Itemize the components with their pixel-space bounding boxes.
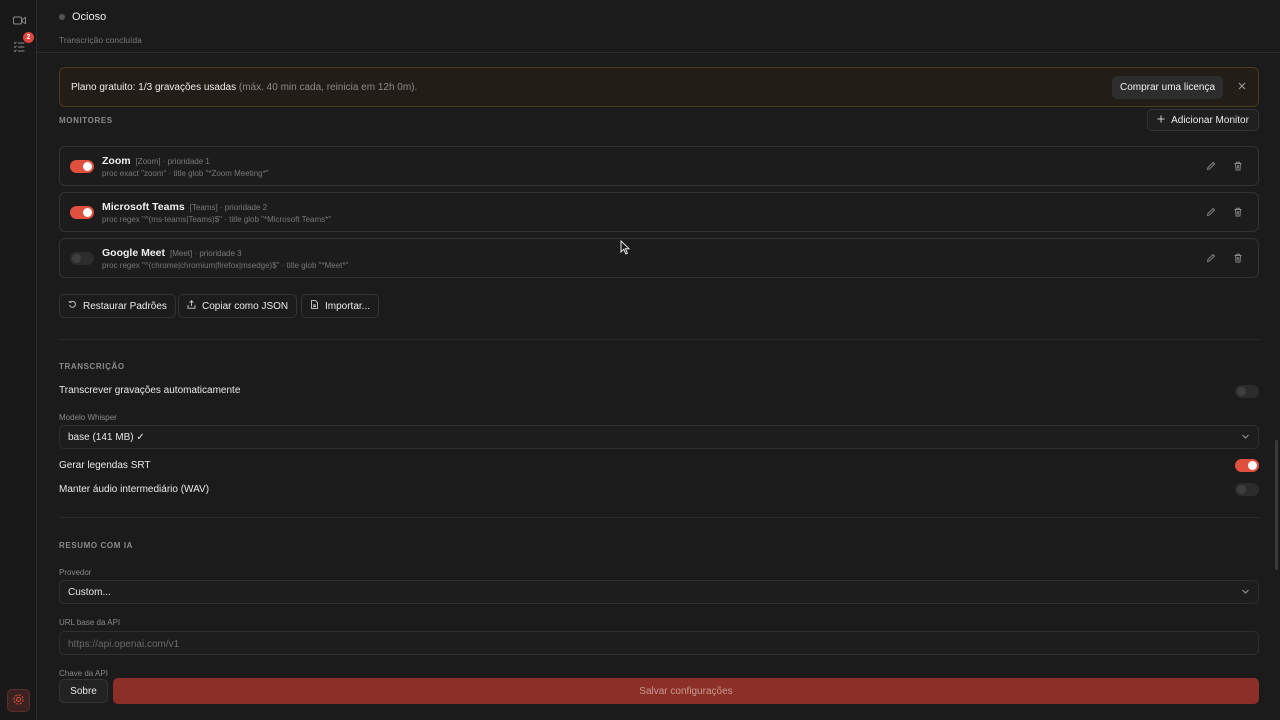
monitor-toggle[interactable] — [70, 160, 94, 173]
recording-status: Ocioso Transcrição concluída — [37, 0, 1280, 53]
monitor-toggle[interactable] — [70, 252, 94, 265]
keep-wav-toggle[interactable] — [1235, 483, 1259, 496]
ai-summary-section-label: RESUMO COM IA — [59, 541, 134, 550]
restore-defaults-label: Restaurar Padrões — [83, 300, 167, 312]
trash-icon — [1233, 161, 1243, 174]
status-title: Ocioso — [72, 11, 107, 23]
whisper-model-select[interactable]: base (141 MB) ✓ — [59, 425, 1259, 449]
delete-monitor-button[interactable] — [1231, 206, 1245, 220]
mouse-cursor-icon — [620, 239, 631, 258]
api-url-label: URL base da API — [59, 618, 121, 627]
toggle-knob — [72, 254, 81, 263]
provider-label: Provedor — [59, 568, 92, 577]
edit-monitor-button[interactable] — [1204, 160, 1218, 174]
sidebar-rail: 2 — [0, 0, 37, 720]
restore-defaults-button[interactable]: Restaurar Padrões — [59, 294, 176, 318]
monitor-name: Microsoft Teams [Teams] · prioridade 2 — [102, 201, 267, 213]
toggle-knob — [1237, 485, 1246, 494]
monitor-name-text: Zoom — [102, 155, 131, 167]
whisper-model-label: Modelo Whisper — [59, 413, 117, 422]
monitor-card-zoom: Zoom [Zoom] · prioridade 1 proc exact "zo… — [59, 146, 1259, 186]
free-plan-banner: Plano gratuito: 1/3 gravações usadas (má… — [59, 67, 1259, 107]
monitor-rule: proc exact "zoom" · title glob "*Zoom Me… — [102, 169, 269, 178]
auto-transcribe-toggle[interactable] — [1235, 385, 1259, 398]
copy-json-label: Copiar como JSON — [202, 300, 289, 312]
section-divider — [59, 339, 1259, 340]
scrollbar-thumb[interactable] — [1275, 440, 1278, 570]
whisper-model-value: base (141 MB) ✓ — [68, 432, 145, 443]
pencil-icon — [1206, 253, 1216, 266]
provider-value: Custom... — [68, 587, 111, 598]
monitor-meta: [Teams] · prioridade 2 — [189, 203, 268, 212]
about-button[interactable]: Sobre — [59, 679, 108, 703]
settings-panel: Ocioso Transcrição concluída Plano gratu… — [37, 0, 1280, 720]
transcription-section-label: TRANSCRIÇÃO — [59, 362, 125, 371]
banner-bold-text: Plano gratuito: 1/3 gravações usadas — [71, 82, 237, 93]
monitors-section-label: MONITORES — [59, 116, 113, 125]
keep-wav-label: Manter áudio intermediário (WAV) — [59, 484, 210, 495]
import-label: Importar... — [325, 300, 371, 312]
chevron-down-icon — [1241, 432, 1250, 444]
toggle-knob — [1248, 461, 1257, 470]
toggle-knob — [83, 208, 92, 217]
monitor-rule: proc regex "^(ms-teams|Teams)$" · title … — [102, 215, 332, 224]
monitor-name-text: Microsoft Teams — [102, 201, 185, 213]
undo-icon — [68, 300, 77, 312]
api-url-input[interactable] — [68, 637, 1248, 651]
chevron-down-icon — [1241, 587, 1250, 599]
share-icon — [187, 300, 196, 312]
import-button[interactable]: Importar... — [301, 294, 380, 318]
srt-subtitles-toggle[interactable] — [1235, 459, 1259, 472]
monitor-name: Zoom [Zoom] · prioridade 1 — [102, 155, 210, 167]
save-settings-button[interactable]: Salvar configurações — [113, 678, 1259, 704]
video-camera-icon[interactable] — [11, 12, 27, 28]
srt-subtitles-label: Gerar legendas SRT — [59, 460, 151, 471]
notification-badge: 2 — [23, 32, 34, 43]
copy-json-button[interactable]: Copiar como JSON — [178, 294, 298, 318]
edit-monitor-button[interactable] — [1204, 252, 1218, 266]
provider-select[interactable]: Custom... — [59, 580, 1259, 604]
delete-monitor-button[interactable] — [1231, 252, 1245, 266]
pencil-icon — [1206, 207, 1216, 220]
file-icon — [310, 300, 319, 312]
section-divider — [59, 517, 1259, 518]
monitor-rule: proc regex "^(chrome|chromium|firefox|ms… — [102, 261, 349, 270]
api-key-label: Chave da API — [59, 669, 108, 678]
api-url-field[interactable] — [59, 631, 1259, 655]
monitor-name: Google Meet [Meet] · prioridade 3 — [102, 247, 242, 259]
edit-monitor-button[interactable] — [1204, 206, 1218, 220]
delete-monitor-button[interactable] — [1231, 160, 1245, 174]
status-indicator — [59, 14, 65, 20]
toggle-knob — [83, 162, 92, 171]
banner-text: Plano gratuito: 1/3 gravações usadas (má… — [71, 82, 417, 93]
monitor-card-teams: Microsoft Teams [Teams] · prioridade 2 pr… — [59, 192, 1259, 232]
close-icon — [1238, 81, 1246, 93]
trash-icon — [1233, 253, 1243, 266]
add-monitor-button[interactable]: Adicionar Monitor — [1147, 109, 1259, 131]
monitor-meta: [Zoom] · prioridade 1 — [135, 157, 210, 166]
settings-button[interactable] — [7, 689, 30, 712]
monitor-card-meet: Google Meet [Meet] · prioridade 3 proc re… — [59, 238, 1259, 278]
banner-muted-text: (máx. 40 min cada, reinicia em 12h 0m). — [236, 82, 418, 93]
gear-icon — [12, 693, 25, 709]
monitor-meta: [Meet] · prioridade 3 — [170, 249, 242, 258]
buy-license-button[interactable]: Comprar uma licença — [1112, 76, 1223, 99]
app-window: 2 Ocioso Transcrição concluída Plano gra… — [0, 0, 1280, 720]
status-subtitle: Transcrição concluída — [59, 35, 142, 45]
pencil-icon — [1206, 161, 1216, 174]
auto-transcribe-label: Transcrever gravações automaticamente — [59, 385, 241, 396]
plus-icon — [1157, 115, 1165, 126]
trash-icon — [1233, 207, 1243, 220]
monitor-name-text: Google Meet — [102, 247, 166, 259]
monitor-toggle[interactable] — [70, 206, 94, 219]
toggle-knob — [1237, 387, 1246, 396]
add-monitor-label: Adicionar Monitor — [1171, 114, 1249, 126]
close-banner-button[interactable] — [1233, 78, 1251, 96]
